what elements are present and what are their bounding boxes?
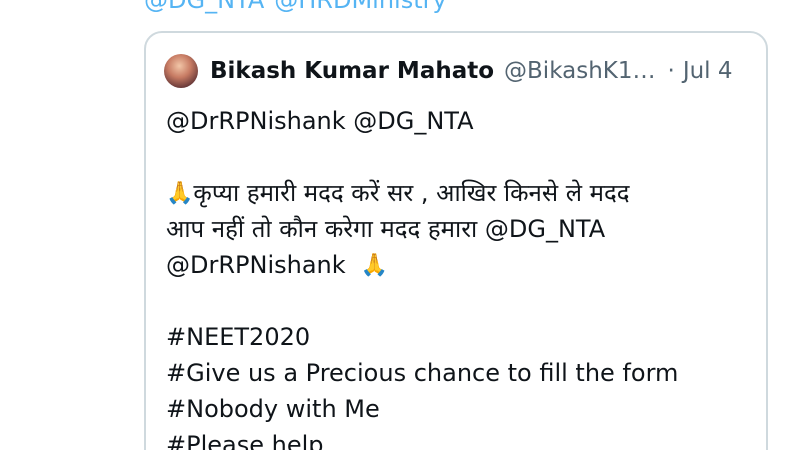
tweet-date[interactable]: Jul 4 (683, 58, 733, 84)
author-handle[interactable]: @BikashK1… (504, 58, 655, 84)
hindi-line-1: 🙏कृप्या हमारी मदद करें सर , आखिर किनसे ल… (166, 175, 756, 211)
folded-hands-icon: 🙏 (360, 253, 389, 278)
quoted-tweet-header: Bikash Kumar Mahato @BikashK1… · Jul 4 (164, 51, 733, 91)
mention-link[interactable]: @DG_NTA (144, 0, 264, 14)
author-display-name[interactable]: Bikash Kumar Mahato (210, 58, 494, 84)
hashtag-neet2020[interactable]: #NEET2020 (166, 319, 756, 355)
quoted-tweet-card[interactable]: Bikash Kumar Mahato @BikashK1… · Jul 4 @… (144, 31, 768, 450)
mention-link[interactable]: @HRDMinistry (274, 0, 446, 14)
quoted-tweet-text: @DrRPNishank @DG_NTA 🙏कृप्या हमारी मदद क… (166, 103, 756, 450)
separator-dot: · (667, 58, 675, 84)
mentions-line: @DrRPNishank @DG_NTA (166, 107, 474, 135)
hashtag-please-help[interactable]: #Please help (166, 427, 756, 450)
profile-avatar[interactable] (164, 54, 198, 88)
hashtag-nobody-with-me[interactable]: #Nobody with Me (166, 391, 756, 427)
tweet-screenshot: @DG_NTA @HRDMinistry Bikash Kumar Mahato … (0, 0, 800, 450)
hindi-line-2: आप नहीं तो कौन करेगा मदद हमारा @DG_NTA (166, 215, 606, 243)
hashtag-precious-chance[interactable]: #Give us a Precious chance to fill the f… (166, 355, 756, 391)
reply-mentions: @DG_NTA @HRDMinistry (144, 0, 457, 14)
hindi-line-3: @DrRPNishank 🙏 (166, 247, 756, 283)
folded-hands-icon: 🙏 (166, 181, 194, 206)
